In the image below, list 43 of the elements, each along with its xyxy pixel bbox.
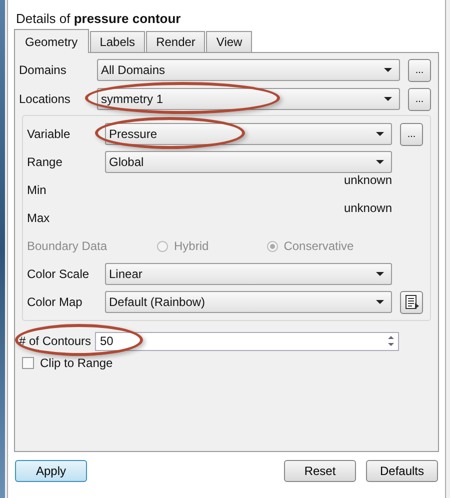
action-button[interactable]: Apply: [15, 460, 87, 482]
tab[interactable]: Geometry: [14, 29, 89, 53]
field-label: Min: [27, 183, 48, 197]
dropdown[interactable]: symmetry 1: [97, 88, 400, 110]
caret-icon: [376, 272, 384, 276]
checkbox-label: Clip to Range: [40, 356, 113, 370]
spin-field[interactable]: 50: [95, 332, 399, 350]
field-label: Max: [27, 211, 51, 225]
field-label: Domains: [19, 63, 68, 77]
browse-button[interactable]: ...: [408, 88, 431, 110]
readout-value: unknown: [344, 201, 392, 215]
dropdown[interactable]: All Domains: [97, 59, 400, 81]
caret-icon: [376, 160, 384, 164]
field-label: Color Map: [27, 295, 84, 309]
field-label: Variable: [27, 127, 72, 141]
caret-icon: [384, 97, 392, 101]
readout-value: unknown: [344, 173, 392, 187]
browse-button[interactable]: ...: [400, 122, 423, 146]
list-icon: [404, 294, 420, 310]
caret-icon: [376, 132, 384, 136]
option-label: Conservative: [284, 239, 354, 253]
action-button[interactable]: Reset: [284, 460, 356, 482]
field-label: Range: [27, 155, 64, 169]
option-label: Hybrid: [174, 239, 209, 253]
browse-button[interactable]: ...: [408, 58, 431, 82]
action-button[interactable]: Defaults: [366, 460, 438, 482]
dropdown[interactable]: Default (Rainbow): [105, 291, 392, 313]
field-label: Color Scale: [27, 267, 90, 281]
dropdown[interactable]: Linear: [105, 263, 392, 285]
caret-icon: [384, 68, 392, 72]
tab[interactable]: View: [206, 31, 252, 52]
colormap-editor-button[interactable]: [400, 290, 423, 314]
tab[interactable]: Render: [146, 31, 206, 52]
field-label: Locations: [19, 92, 72, 106]
field-label: Boundary Data: [27, 239, 105, 253]
dropdown[interactable]: Global: [105, 151, 392, 173]
field-label: # of Contours: [19, 334, 92, 348]
caret-icon: [376, 300, 384, 304]
spin-arrows-icon: [386, 333, 396, 349]
panel-title: Details of pressure contour: [15, 10, 182, 28]
dropdown[interactable]: Pressure: [105, 123, 392, 145]
checkbox[interactable]: [22, 357, 34, 369]
tab[interactable]: Labels: [90, 31, 146, 52]
